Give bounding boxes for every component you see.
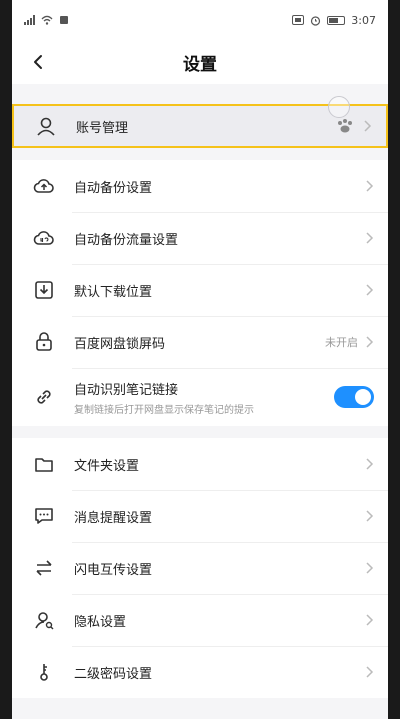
- chevron-right-icon: [366, 562, 374, 574]
- row-label: 自动备份流量设置: [74, 232, 179, 248]
- lock-status-text: 未开启: [325, 336, 358, 349]
- settings-row-backup-traffic[interactable]: 自动备份流量设置: [12, 212, 388, 264]
- chevron-right-icon: [366, 510, 374, 522]
- lock-icon: [36, 332, 52, 351]
- wifi-icon: [41, 15, 53, 25]
- settings-row-lock-screen-code[interactable]: 百度网盘锁屏码 未开启: [12, 316, 388, 368]
- row-label: 闪电互传设置: [74, 562, 153, 578]
- chevron-right-icon: [366, 180, 374, 192]
- settings-row-note-link: 自动识别笔记链接 复制链接后打开网盘显示保存笔记的提示: [12, 368, 388, 426]
- chevron-right-icon: [366, 614, 374, 626]
- back-arrow-icon: [34, 55, 42, 69]
- row-label: 默认下载位置: [74, 284, 153, 300]
- transfer-arrows-icon: [36, 560, 52, 576]
- settings-row-privacy[interactable]: 隐私设置: [12, 594, 388, 646]
- privacy-user-icon: [35, 612, 54, 630]
- signal-icon: [24, 15, 35, 25]
- note-link-toggle[interactable]: [334, 386, 374, 408]
- battery-icon: [327, 15, 346, 25]
- chevron-right-icon: [366, 336, 374, 348]
- settings-group-general: 文件夹设置 消息提醒设置 闪电互传设置 隐私设置 二级密码设置: [12, 438, 388, 698]
- user-icon: [37, 117, 55, 136]
- paw-avatar-icon: [338, 119, 352, 133]
- key-icon: [40, 664, 48, 681]
- row-sublabel: 复制链接后打开网盘显示保存笔记的提示: [74, 404, 254, 416]
- settings-row-message-reminder[interactable]: 消息提醒设置: [12, 490, 388, 542]
- page-title: 设置: [183, 54, 217, 75]
- back-button[interactable]: [26, 50, 50, 74]
- row-label: 隐私设置: [74, 614, 127, 630]
- row-label: 自动备份设置: [74, 180, 153, 196]
- settings-row-download-location[interactable]: 默认下载位置: [12, 264, 388, 316]
- settings-group-backup: 自动备份设置 自动备份流量设置 默认下载位置 百度网盘锁屏码 未开启 自动识别笔…: [12, 160, 388, 426]
- row-label: 账号管理: [76, 120, 129, 136]
- chevron-right-icon: [366, 458, 374, 470]
- settings-screen: 3:07 设置 账号管理 自动备份设置 自动备份流量设置 默认下载位置 百度网盘…: [12, 0, 388, 719]
- settings-row-auto-backup[interactable]: 自动备份设置: [12, 160, 388, 212]
- alarm-icon: [311, 15, 321, 26]
- chevron-right-icon: [366, 666, 374, 678]
- settings-row-folder[interactable]: 文件夹设置: [12, 438, 388, 490]
- row-label: 二级密码设置: [74, 666, 153, 682]
- chevron-right-icon: [366, 284, 374, 296]
- settings-row-flash-transfer[interactable]: 闪电互传设置: [12, 542, 388, 594]
- folder-icon: [35, 458, 53, 472]
- message-icon: [35, 508, 53, 524]
- status-bar: 3:07: [12, 0, 388, 40]
- chevron-right-icon: [366, 232, 374, 244]
- row-label: 消息提醒设置: [74, 510, 153, 526]
- row-label: 自动识别笔记链接: [74, 382, 179, 398]
- row-label: 百度网盘锁屏码: [74, 336, 166, 352]
- settings-row-secondary-password[interactable]: 二级密码设置: [12, 646, 388, 698]
- link-icon: [37, 390, 51, 404]
- nfc-icon: [292, 15, 305, 25]
- notification-icon: [60, 16, 68, 24]
- status-time: 3:07: [351, 13, 376, 27]
- touch-indicator: [328, 96, 350, 118]
- chevron-right-icon: [364, 120, 372, 132]
- nav-bar: 设置: [12, 40, 388, 84]
- download-icon: [35, 281, 53, 299]
- row-label: 文件夹设置: [74, 458, 140, 474]
- cloud-upload-icon: [33, 179, 54, 193]
- cloud-4g-icon: [33, 231, 54, 245]
